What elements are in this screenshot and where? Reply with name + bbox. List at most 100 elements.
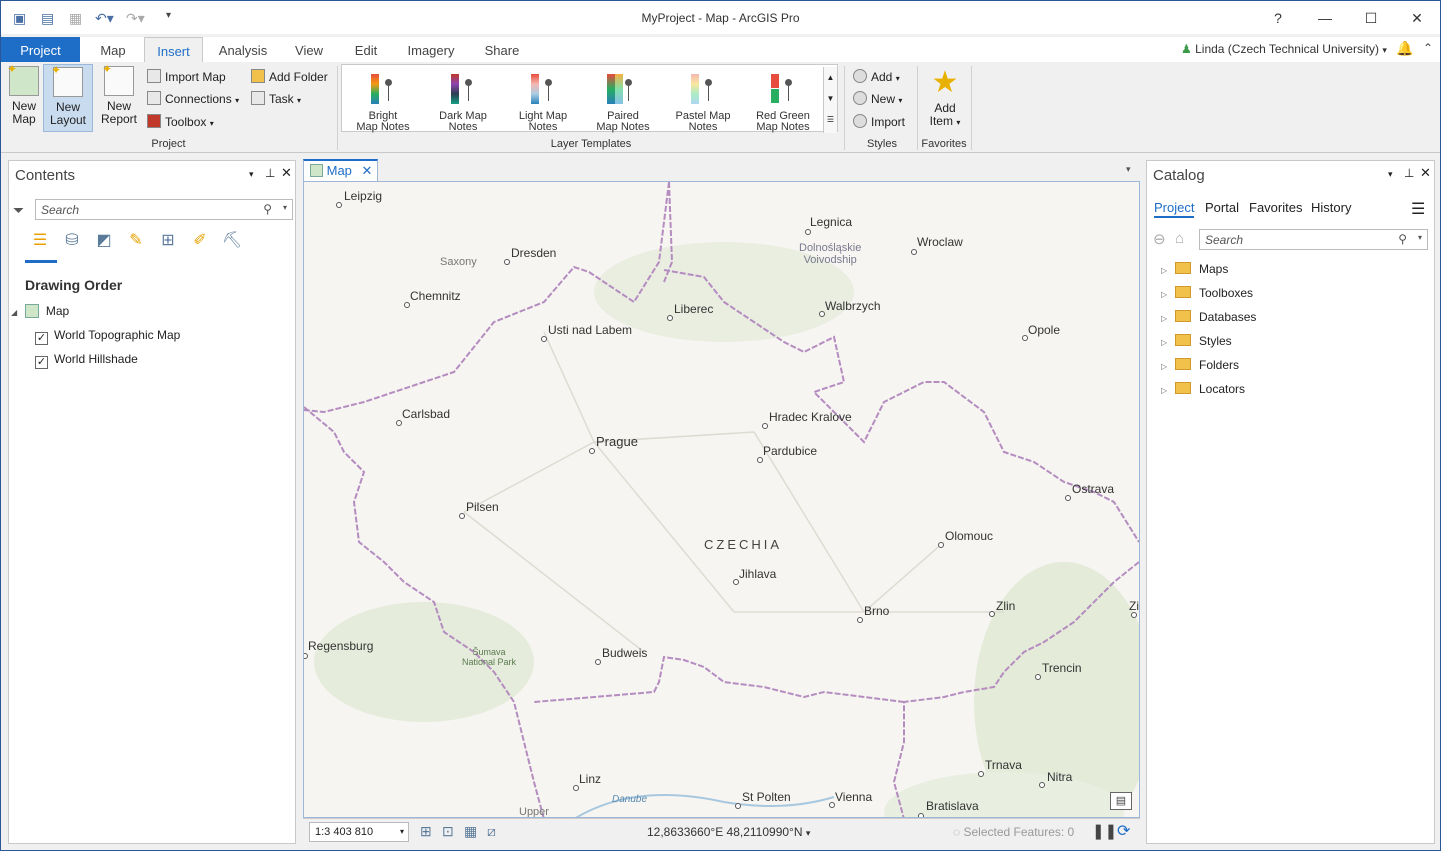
toolbox-button[interactable]: Toolbox ▾ bbox=[147, 112, 214, 132]
home-icon[interactable]: ⌂ bbox=[1175, 230, 1184, 247]
expand-icon[interactable]: ▷ bbox=[1161, 332, 1175, 354]
pin-icon[interactable]: ⊥ bbox=[265, 166, 275, 180]
list-by-drawing-order-icon[interactable]: ☰ bbox=[29, 230, 51, 252]
scroll-down-icon[interactable]: ▼ bbox=[824, 88, 837, 109]
tab-view[interactable]: View bbox=[283, 37, 335, 62]
template-red-green-map-notes[interactable]: Red Green Map Notes bbox=[743, 67, 823, 133]
import-style-button[interactable]: Import bbox=[853, 112, 905, 132]
help-button[interactable]: ? bbox=[1263, 7, 1293, 29]
template-paired-map-notes[interactable]: Paired Map Notes bbox=[583, 67, 663, 133]
snapping-icon[interactable]: ⊡ bbox=[442, 823, 454, 840]
add-item-button[interactable]: ★ Add Item ▾ bbox=[923, 68, 967, 129]
list-by-editing-icon[interactable]: ✎ bbox=[125, 230, 147, 252]
selected-features-label: Selected Features: 0 bbox=[963, 825, 1075, 839]
hamburger-menu-icon[interactable]: ☰ bbox=[1411, 199, 1425, 219]
filter-icon[interactable]: ⏷ bbox=[13, 202, 24, 219]
tab-project[interactable]: Project bbox=[1, 37, 80, 62]
template-pastel-map-notes[interactable]: Pastel Map Notes bbox=[663, 67, 743, 133]
expand-icon[interactable]: ▷ bbox=[1161, 308, 1175, 330]
search-icon[interactable]: ⚲ bbox=[1398, 232, 1407, 246]
expand-icon[interactable]: ▷ bbox=[1161, 380, 1175, 402]
close-tab-icon[interactable]: ✕ bbox=[362, 163, 373, 178]
catalog-tab-project[interactable]: Project bbox=[1154, 200, 1195, 218]
template-light-map-notes[interactable]: Light Map Notes bbox=[503, 67, 583, 133]
template-bright-map-notes[interactable]: Bright Map Notes bbox=[343, 67, 423, 133]
contents-search-input[interactable]: Search ⚲ ▾ bbox=[35, 199, 293, 220]
pause-drawing-icon[interactable]: ❚❚ bbox=[1092, 822, 1117, 840]
map-tree-node[interactable]: ◢ Map bbox=[11, 301, 69, 321]
catalog-search-input[interactable]: Search ⚲ ▾ bbox=[1199, 229, 1428, 250]
catalog-item-folders[interactable]: ▷ Folders bbox=[1161, 354, 1239, 376]
new-style-button[interactable]: New ▾ bbox=[853, 89, 902, 109]
city-label: Vienna bbox=[835, 790, 873, 804]
catalog-item-locators[interactable]: ▷ Locators bbox=[1161, 378, 1245, 400]
chevron-down-icon[interactable]: ▾ bbox=[1418, 233, 1422, 242]
catalog-tab-portal[interactable]: Portal bbox=[1205, 200, 1239, 215]
user-name: Linda (Czech Technical University) bbox=[1195, 42, 1379, 56]
table-icon[interactable]: ▦ bbox=[464, 823, 477, 840]
locators-folder-icon bbox=[1175, 382, 1191, 394]
refresh-icon[interactable]: ⟳ bbox=[1117, 821, 1130, 841]
add-folder-label: Add Folder bbox=[269, 70, 328, 84]
template-dark-map-notes[interactable]: Dark Map Notes bbox=[423, 67, 503, 133]
expand-icon[interactable]: ▷ bbox=[1161, 356, 1175, 378]
import-map-button[interactable]: Import Map bbox=[147, 67, 226, 87]
tab-imagery[interactable]: Imagery bbox=[397, 37, 465, 62]
chevron-down-icon[interactable]: ▾ bbox=[806, 828, 811, 838]
new-map-button[interactable]: ✦ New Map bbox=[5, 63, 43, 126]
gallery-expand-icon[interactable]: ☰ bbox=[824, 109, 837, 130]
expand-icon[interactable]: ▷ bbox=[1161, 260, 1175, 282]
notification-icon[interactable]: 🔔 bbox=[1396, 40, 1413, 57]
grid-icon[interactable]: ⊞ bbox=[420, 823, 432, 840]
back-icon[interactable]: ⊖ bbox=[1153, 230, 1166, 248]
list-by-labeling-icon[interactable]: ✐ bbox=[189, 230, 211, 252]
add-folder-button[interactable]: Add Folder bbox=[251, 67, 328, 87]
pin-icon[interactable]: ⊥ bbox=[1404, 166, 1414, 180]
close-pane-icon[interactable]: ✕ bbox=[281, 165, 292, 181]
expand-icon[interactable]: ▷ bbox=[1161, 284, 1175, 306]
search-icon[interactable]: ⚲ bbox=[263, 202, 272, 216]
list-by-selection-icon[interactable]: ◩ bbox=[93, 230, 115, 252]
layer-world-hillshade[interactable]: ✓ World Hillshade bbox=[35, 349, 138, 369]
map-overview-icon[interactable]: ▤ bbox=[1110, 792, 1132, 810]
scroll-up-icon[interactable]: ▲ bbox=[824, 67, 837, 88]
task-button[interactable]: Task ▾ bbox=[251, 89, 301, 109]
layer-visibility-checkbox[interactable]: ✓ bbox=[35, 332, 48, 345]
catalog-item-styles[interactable]: ▷ Styles bbox=[1161, 330, 1232, 352]
map-view[interactable]: CZECHIA Dolnośląskie Voivodship Saxony Šu… bbox=[303, 181, 1140, 818]
tab-map[interactable]: Map bbox=[83, 37, 143, 62]
map-view-tab[interactable]: Map ✕ bbox=[303, 159, 378, 181]
connections-button[interactable]: Connections ▾ bbox=[147, 89, 239, 109]
collapse-ribbon-icon[interactable]: ⌃ bbox=[1423, 41, 1433, 55]
layer-world-topographic[interactable]: ✓ World Topographic Map bbox=[35, 325, 180, 345]
minimize-button[interactable]: — bbox=[1310, 7, 1340, 29]
catalog-item-maps[interactable]: ▷ Maps bbox=[1161, 258, 1228, 280]
pane-options-icon[interactable]: ▾ bbox=[1388, 169, 1393, 180]
user-account[interactable]: ♟ Linda (Czech Technical University) ▾ bbox=[1181, 42, 1387, 56]
catalog-item-toolboxes[interactable]: ▷ Toolboxes bbox=[1161, 282, 1253, 304]
close-pane-icon[interactable]: ✕ bbox=[1420, 165, 1431, 181]
gallery-scrollbar[interactable]: ▲ ▼ ☰ bbox=[823, 67, 837, 133]
maximize-button[interactable]: ☐ bbox=[1356, 7, 1386, 29]
tab-analysis[interactable]: Analysis bbox=[208, 37, 278, 62]
tab-insert[interactable]: Insert bbox=[144, 37, 203, 63]
list-by-source-icon[interactable]: ⛁ bbox=[61, 230, 83, 252]
new-layout-button[interactable]: ✦ New Layout bbox=[43, 64, 93, 132]
rotation-icon[interactable]: ⧄ bbox=[487, 823, 496, 840]
expand-icon[interactable]: ◢ bbox=[11, 308, 17, 317]
list-by-snapping-icon[interactable]: ⊞ bbox=[157, 230, 179, 252]
tab-share[interactable]: Share bbox=[471, 37, 533, 62]
tab-list-icon[interactable]: ▾ bbox=[1126, 164, 1131, 175]
pane-options-icon[interactable]: ▾ bbox=[249, 169, 254, 180]
tab-edit[interactable]: Edit bbox=[341, 37, 391, 62]
close-button[interactable]: ✕ bbox=[1402, 7, 1432, 29]
chevron-down-icon[interactable]: ▾ bbox=[283, 203, 287, 212]
catalog-tab-history[interactable]: History bbox=[1311, 200, 1351, 215]
scale-selector[interactable]: 1:3 403 810 ▾ bbox=[309, 822, 409, 842]
catalog-tab-favorites[interactable]: Favorites bbox=[1249, 200, 1302, 215]
add-style-button[interactable]: Add ▾ bbox=[853, 67, 900, 87]
new-report-button[interactable]: ✦ New Report bbox=[96, 63, 142, 126]
list-by-perspective-icon[interactable]: ⛏ bbox=[221, 230, 243, 252]
layer-visibility-checkbox[interactable]: ✓ bbox=[35, 356, 48, 369]
catalog-item-databases[interactable]: ▷ Databases bbox=[1161, 306, 1256, 328]
